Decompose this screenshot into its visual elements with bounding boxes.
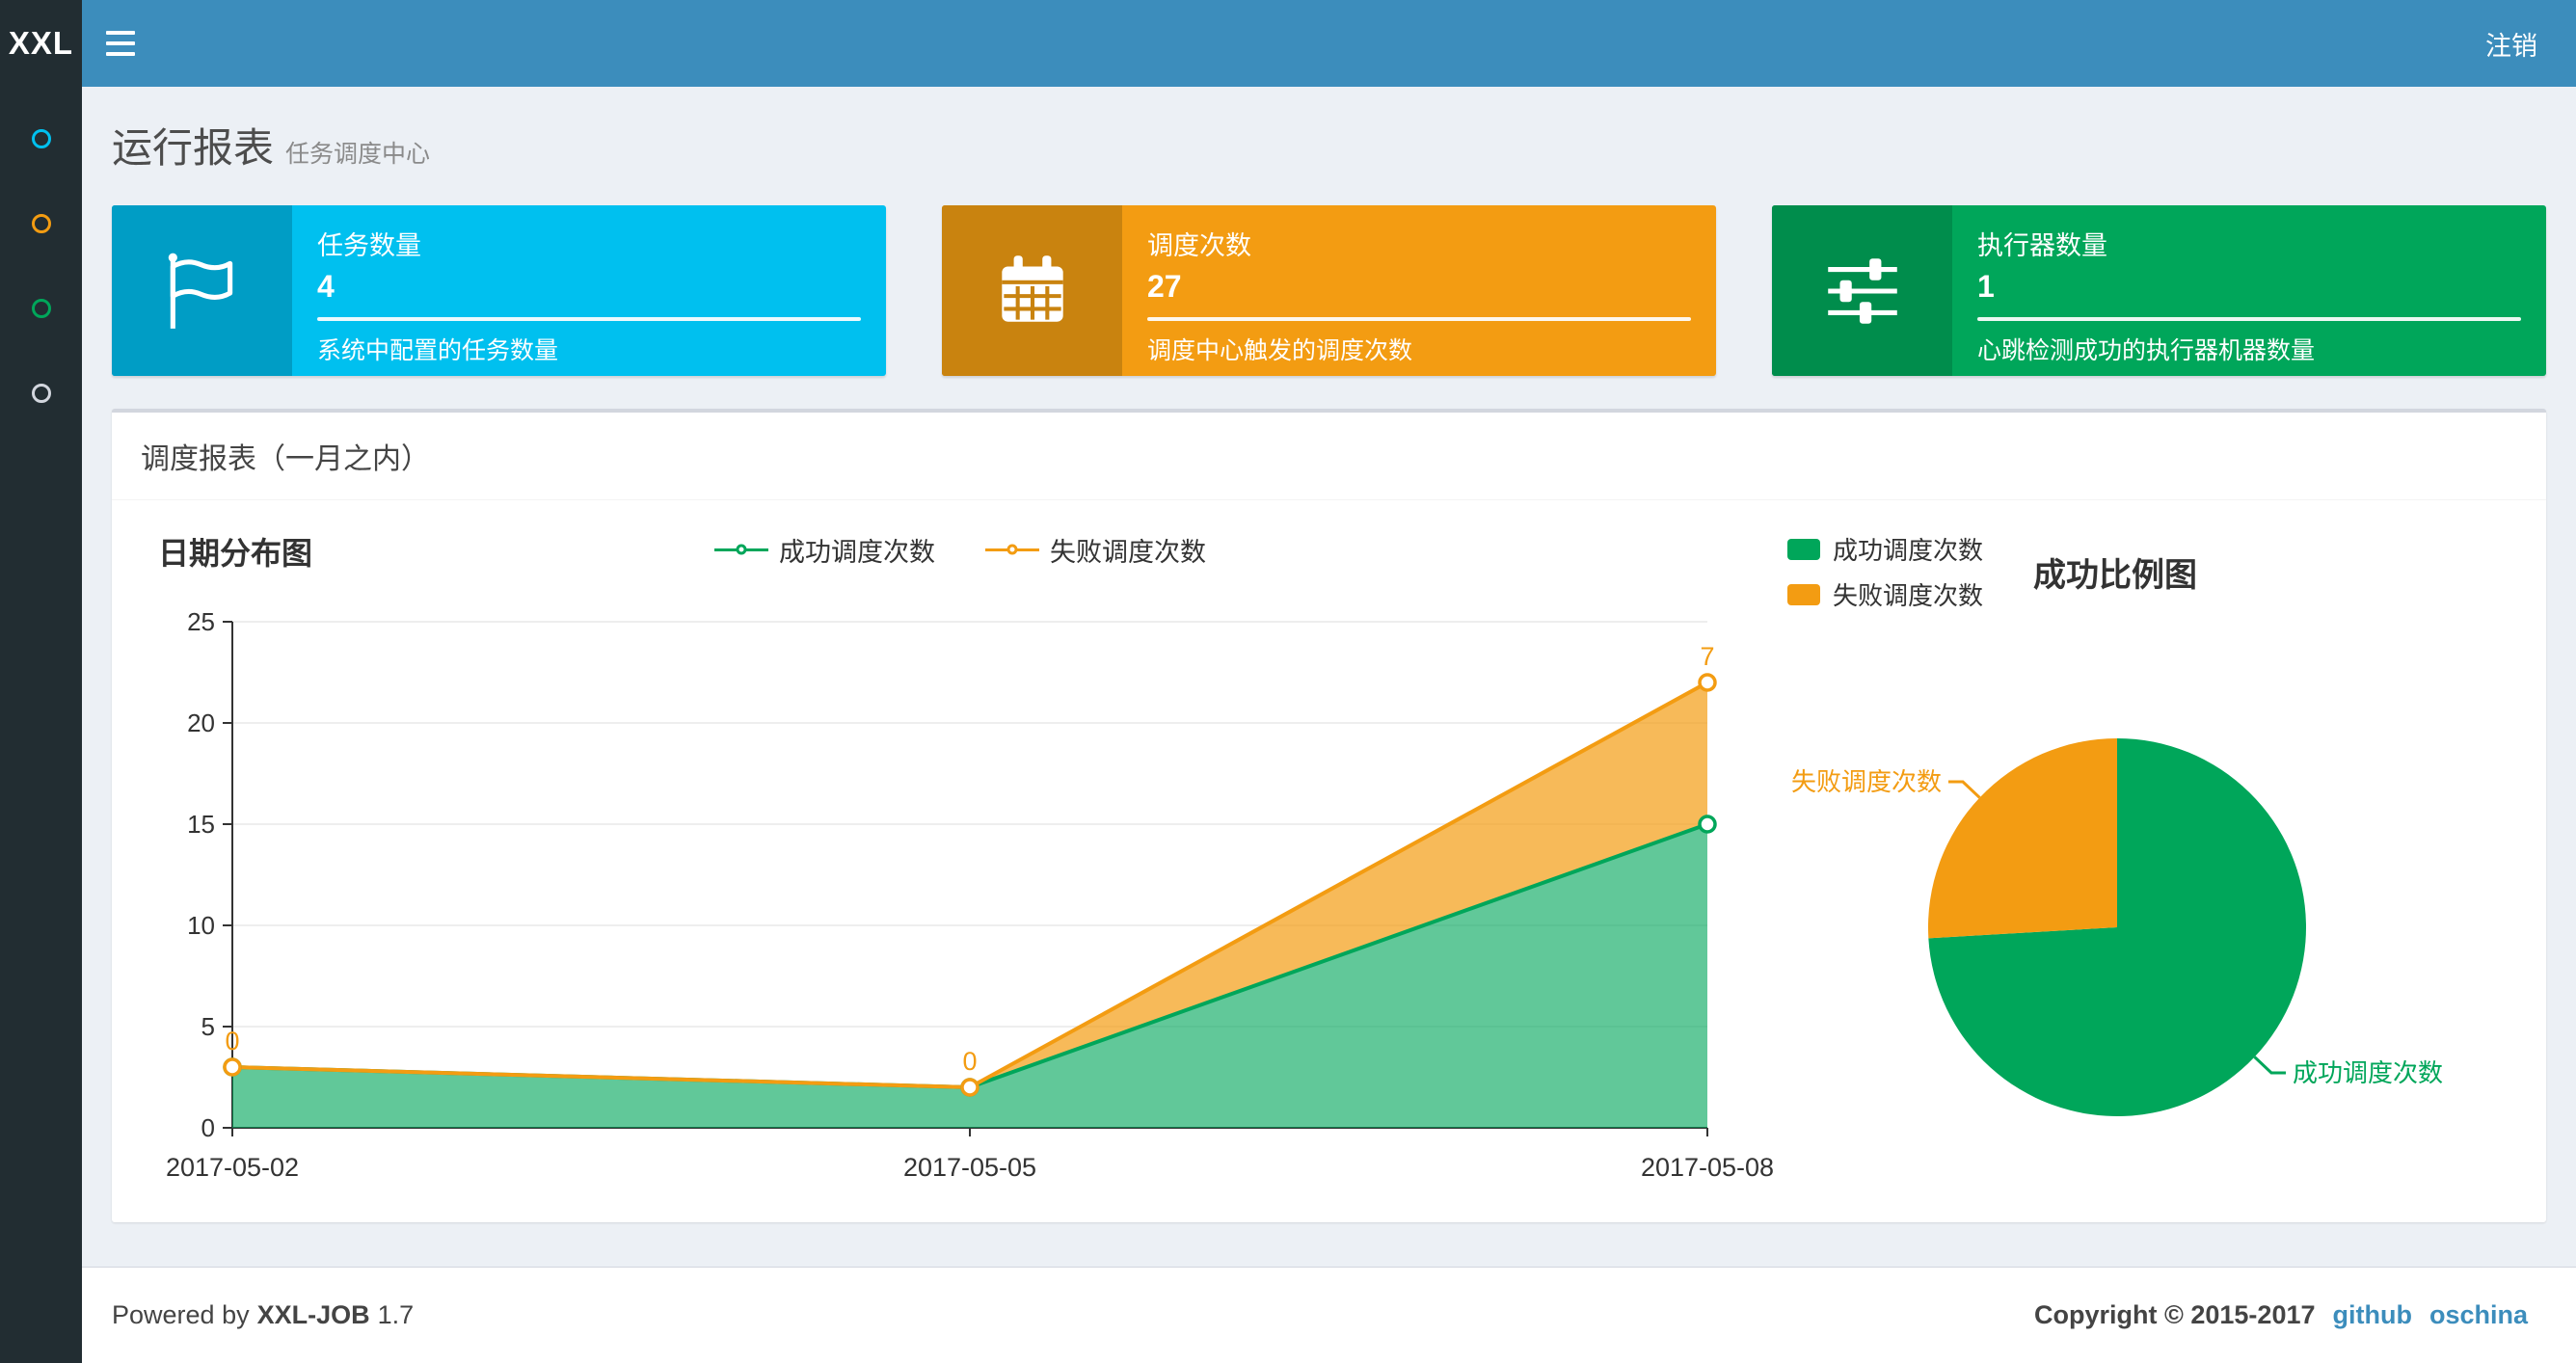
legend-item-success[interactable]: 成功调度次数 <box>1787 531 1983 567</box>
sidebar-item-logs[interactable] <box>0 266 82 351</box>
sidebar-item-jobs[interactable] <box>0 181 82 266</box>
svg-text:0: 0 <box>225 1027 239 1056</box>
page-subtitle: 任务调度中心 <box>285 141 431 168</box>
info-box-triggers: 调度次数 27 调度中心触发的调度次数 <box>942 205 1716 376</box>
main-content: 运行报表 任务调度中心 任务数量 4 系统中配置的任务数量 调度次数 27 调度… <box>82 87 2576 1267</box>
legend-item-fail[interactable]: 失败调度次数 <box>985 531 1206 569</box>
line-marker-icon <box>985 543 1039 556</box>
logout-button[interactable]: 注销 <box>2447 0 2576 87</box>
info-box-row: 任务数量 4 系统中配置的任务数量 调度次数 27 调度中心触发的调度次数 执行… <box>82 196 2576 376</box>
area-chart-svg[interactable]: 05101520250072017-05-02 2017-05-05 2017-05… <box>141 574 1780 1200</box>
flag-icon <box>112 205 292 376</box>
sidebar-toggle-button[interactable] <box>82 0 159 87</box>
copyright-text: Copyright © 2015-2017 <box>2033 1300 2316 1329</box>
info-box-label: 任务数量 <box>317 231 421 260</box>
circle-icon <box>31 214 51 233</box>
oschina-link[interactable]: oschina <box>2429 1300 2528 1330</box>
info-box-jobs: 任务数量 4 系统中配置的任务数量 <box>112 205 886 376</box>
area-chart-legend: 成功调度次数 失败调度次数 <box>141 525 1780 574</box>
sidebar-item-dashboard[interactable] <box>0 96 82 181</box>
progress-bar <box>317 317 861 321</box>
svg-text:0: 0 <box>962 1047 977 1076</box>
info-box-value: 4 <box>317 269 335 304</box>
app-logo[interactable]: XXL <box>0 0 82 87</box>
svg-text:2017-05-05: 2017-05-05 <box>903 1153 1036 1182</box>
svg-text:5: 5 <box>201 1012 215 1041</box>
product-name: XXL-JOB <box>256 1300 370 1329</box>
content-header: 运行报表 任务调度中心 <box>82 87 2576 196</box>
svg-text:0: 0 <box>201 1113 215 1142</box>
progress-bar <box>1147 317 1691 321</box>
sliders-icon <box>1772 205 1952 376</box>
info-box-value: 1 <box>1977 269 1995 304</box>
line-marker-icon <box>714 543 768 556</box>
calendar-icon <box>942 205 1122 376</box>
svg-text:20: 20 <box>187 708 215 737</box>
github-link[interactable]: github <box>2333 1300 2412 1330</box>
info-box-label: 调度次数 <box>1147 231 1251 260</box>
svg-text:成功调度次数: 成功调度次数 <box>2293 1058 2443 1087</box>
circle-icon <box>31 129 51 148</box>
date-distribution-chart: 日期分布图 成功调度次数 失败调度次数 0 5 10 15 20 25 0 0 7 2017-05… <box>141 525 1780 1205</box>
circle-icon <box>31 299 51 318</box>
info-box-executors: 执行器数量 1 心跳检测成功的执行器机器数量 <box>1772 205 2546 376</box>
legend-item-success[interactable]: 成功调度次数 <box>714 531 935 569</box>
powered-by-text: Powered by XXL-JOB 1.7 <box>112 1300 415 1329</box>
svg-text:15: 15 <box>187 810 215 839</box>
svg-text:失败调度次数: 失败调度次数 <box>1791 767 1942 796</box>
pie-chart-legend: 成功调度次数 失败调度次数 <box>1787 531 1983 612</box>
swatch-icon <box>1787 583 1820 605</box>
sidebar <box>0 87 82 1363</box>
swatch-icon <box>1787 538 1820 560</box>
svg-text:2017-05-02: 2017-05-02 <box>166 1153 299 1182</box>
info-box-description: 心跳检测成功的执行器机器数量 <box>1977 337 2316 364</box>
info-box-description: 系统中配置的任务数量 <box>317 337 559 364</box>
svg-text:7: 7 <box>1700 642 1714 671</box>
page-title: 运行报表 <box>112 125 275 171</box>
hamburger-icon <box>106 31 135 35</box>
sidebar-item-executors[interactable] <box>0 351 82 436</box>
report-panel: 调度报表（一月之内） 日期分布图 成功调度次数 失败调度次数 0 5 10 15 20 2… <box>112 409 2546 1222</box>
svg-text:25: 25 <box>187 607 215 636</box>
panel-title: 调度报表（一月之内） <box>112 413 2546 500</box>
svg-text:2017-05-08: 2017-05-08 <box>1641 1153 1774 1182</box>
success-ratio-chart: 成功调度次数 失败调度次数 成功比例图 成功调度次数 失败调度次数 <box>1780 525 2533 1205</box>
info-box-description: 调度中心触发的调度次数 <box>1147 337 1413 364</box>
info-box-label: 执行器数量 <box>1977 231 2107 260</box>
info-box-value: 27 <box>1147 269 1182 304</box>
area-chart-title: 日期分布图 <box>158 536 313 571</box>
circle-icon <box>31 384 51 403</box>
top-navbar: XXL 注销 <box>0 0 2576 87</box>
pie-chart-title: 成功比例图 <box>2033 556 2198 594</box>
page-footer: Powered by XXL-JOB 1.7 Copyright © 2015-20… <box>82 1267 2576 1363</box>
pie-chart-svg[interactable]: 成功调度次数 失败调度次数 <box>1780 682 2445 1183</box>
legend-item-fail[interactable]: 失败调度次数 <box>1787 576 1983 612</box>
svg-text:10: 10 <box>187 911 215 940</box>
progress-bar <box>1977 317 2521 321</box>
